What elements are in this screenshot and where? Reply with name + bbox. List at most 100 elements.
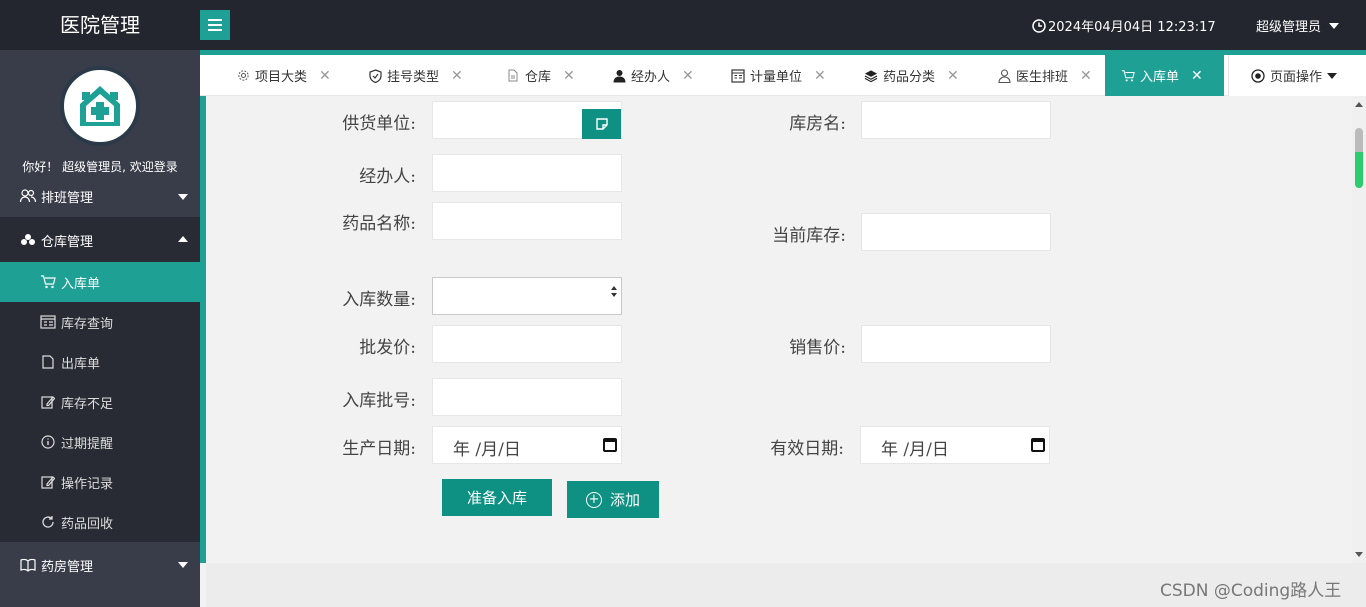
vertical-scrollbar[interactable]: [1352, 96, 1366, 563]
date-placeholder: 年 /月/日: [881, 440, 949, 460]
drug-pick-button[interactable]: [582, 109, 621, 139]
book-icon: [20, 557, 36, 573]
sidebar: 你好！ 超级管理员, 欢迎登录 排班管理 仓库管理 入库单 库存查询 出库单 库…: [0, 50, 200, 607]
chevron-down-icon: [1329, 22, 1340, 29]
sidebar-item-stock-query[interactable]: 库存查询: [0, 302, 200, 342]
close-icon[interactable]: ✕: [947, 68, 959, 84]
drug-name-input[interactable]: [432, 202, 622, 240]
tab-project-category[interactable]: 项目大类 ✕: [200, 55, 353, 96]
batch-number-input[interactable]: [432, 378, 622, 416]
sidebar-item-stock-in[interactable]: 入库单: [0, 262, 200, 302]
warehouse-input[interactable]: [861, 101, 1051, 139]
stock-label: 当前库存:: [772, 226, 846, 246]
calendar-icon[interactable]: [1031, 438, 1045, 452]
chevron-down-icon: [178, 194, 188, 200]
close-icon[interactable]: ✕: [563, 68, 575, 84]
user-menu[interactable]: 超级管理员: [1256, 16, 1340, 35]
sidebar-item-op-log[interactable]: 操作记录: [0, 462, 200, 502]
nav-group-label: 药房管理: [41, 559, 94, 575]
warehouse-label: 库房名:: [789, 114, 846, 134]
menu-toggle-button[interactable]: [200, 10, 230, 40]
shield-icon: [368, 68, 382, 83]
page-operations-menu[interactable]: 页面操作: [1228, 55, 1366, 96]
refresh-icon: [40, 514, 56, 530]
warehouse-submenu: 入库单 库存查询 出库单 库存不足 过期提醒 操作记录 药品回收: [0, 262, 200, 542]
prepare-stock-in-button[interactable]: 准备入库: [442, 479, 552, 516]
production-date-input[interactable]: 年 /月/日: [432, 426, 622, 464]
handler-input[interactable]: [432, 154, 622, 192]
top-header: 医院管理 2024年04月04日 12:23:17 超级管理员: [0, 0, 1366, 50]
retail-price-input[interactable]: [861, 325, 1051, 363]
sidebar-item-drug-recycle[interactable]: 药品回收: [0, 502, 200, 542]
warehouse-icon: [20, 232, 36, 248]
sidebar-item-stock-out[interactable]: 出库单: [0, 342, 200, 382]
nav-group-warehouse[interactable]: 仓库管理: [0, 217, 200, 263]
stock-input[interactable]: [861, 213, 1051, 251]
quantity-stepper[interactable]: [432, 277, 622, 315]
button-label: 添加: [609, 491, 640, 509]
app-title: 医院管理: [60, 13, 140, 37]
retail-label: 销售价:: [789, 338, 846, 358]
target-icon: [1251, 68, 1265, 83]
tab-drug-category[interactable]: 药品分类 ✕: [839, 55, 972, 96]
tab-label: 挂号类型: [387, 70, 440, 85]
expiry-date-input[interactable]: 年 /月/日: [860, 426, 1050, 464]
calendar-icon: [40, 314, 56, 330]
add-button[interactable]: + 添加: [567, 481, 659, 518]
sidebar-item-expiry-alert[interactable]: 过期提醒: [0, 422, 200, 462]
sidebar-item-low-stock[interactable]: 库存不足: [0, 382, 200, 422]
quantity-label: 入库数量:: [342, 290, 416, 310]
expiry-date-label: 有效日期:: [770, 439, 844, 459]
tab-warehouse[interactable]: 仓库 ✕: [486, 55, 589, 96]
close-icon[interactable]: ✕: [1191, 68, 1203, 84]
tab-stock-in[interactable]: 入库单 ✕: [1105, 55, 1224, 96]
tab-label: 药品分类: [883, 70, 936, 85]
tab-label: 经办人: [631, 70, 671, 85]
clock: 2024年04月04日 12:23:17: [1032, 16, 1216, 35]
tab-label: 计量单位: [750, 70, 803, 85]
info-icon: [40, 434, 56, 450]
scroll-down-icon[interactable]: [1355, 552, 1363, 557]
person-icon: [997, 68, 1011, 83]
tab-bar: 项目大类 ✕ 挂号类型 ✕ 仓库 ✕ 经办人 ✕ 计量单位 ✕ 药品分类 ✕ 医…: [200, 55, 1366, 96]
sidebar-item-label: 操作记录: [61, 476, 114, 492]
cart-icon: [40, 274, 56, 290]
tab-handler[interactable]: 经办人 ✕: [589, 55, 706, 96]
file-icon: [40, 354, 56, 370]
calendar-icon[interactable]: [603, 438, 617, 452]
nav-group-label: 仓库管理: [41, 234, 94, 250]
close-icon[interactable]: ✕: [451, 68, 463, 84]
scroll-thumb[interactable]: [1355, 128, 1363, 188]
tab-doctor-schedule[interactable]: 医生排班 ✕: [972, 55, 1105, 96]
batch-label: 入库批号:: [342, 391, 416, 411]
sidebar-item-label: 药品回收: [61, 516, 114, 532]
calendar-icon: [731, 68, 745, 83]
close-icon[interactable]: ✕: [1080, 68, 1092, 84]
watermark: CSDN @Coding路人王: [1160, 581, 1342, 601]
edit-icon: [40, 474, 56, 490]
tab-label: 仓库: [525, 70, 552, 85]
spinner-icon[interactable]: [611, 286, 617, 297]
clock-icon: [1032, 18, 1046, 33]
file-icon: [506, 69, 520, 83]
chevron-up-icon: [178, 236, 188, 242]
close-icon[interactable]: ✕: [682, 68, 694, 84]
button-label: 准备入库: [466, 489, 527, 507]
tab-unit[interactable]: 计量单位 ✕: [706, 55, 839, 96]
close-icon[interactable]: ✕: [814, 68, 826, 84]
tab-register-type[interactable]: 挂号类型 ✕: [353, 55, 486, 96]
handler-label: 经办人:: [359, 167, 416, 187]
hospital-logo-icon: [80, 86, 120, 126]
nav-group-pharmacy[interactable]: 药房管理: [0, 543, 200, 587]
plus-circle-icon: +: [585, 491, 602, 508]
sidebar-item-label: 库存查询: [61, 316, 114, 332]
welcome-text: 你好！ 超级管理员, 欢迎登录: [22, 160, 178, 174]
close-icon[interactable]: ✕: [319, 68, 331, 84]
scroll-up-icon[interactable]: [1355, 102, 1363, 107]
tab-label: 医生排班: [1016, 70, 1069, 85]
users-icon: [20, 188, 36, 204]
sidebar-item-label: 入库单: [61, 276, 101, 292]
tab-label: 项目大类: [255, 70, 308, 85]
nav-group-scheduling[interactable]: 排班管理: [0, 178, 200, 214]
wholesale-price-input[interactable]: [432, 325, 622, 363]
